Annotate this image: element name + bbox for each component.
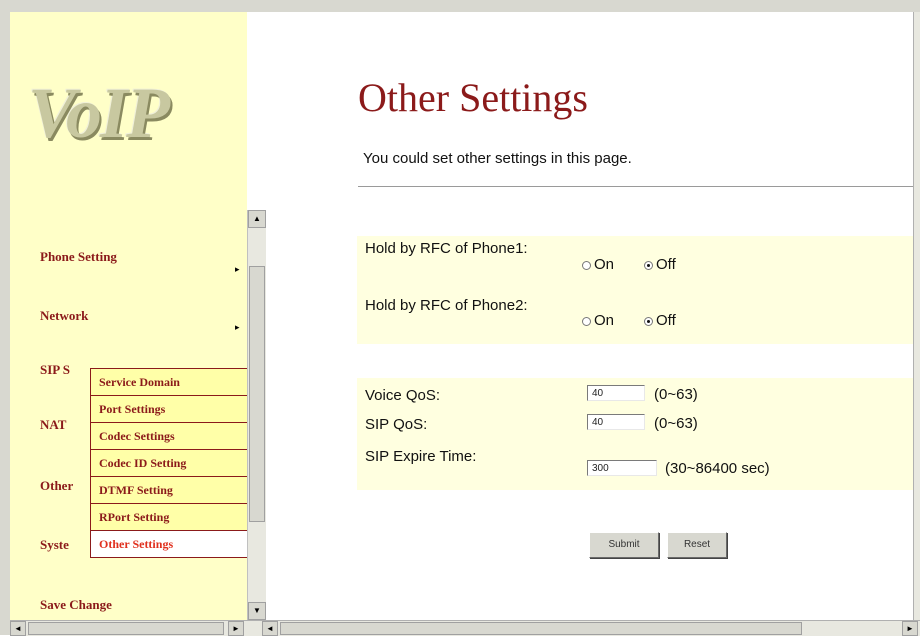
nav-item-phone-setting[interactable]: Phone Setting: [40, 249, 117, 265]
main-scroll-left-button[interactable]: ◄: [262, 621, 278, 636]
sidebar-scrollbar[interactable]: ▲ ▼: [247, 210, 266, 620]
submit-button[interactable]: Submit: [589, 532, 659, 558]
radio-label: Off: [656, 256, 676, 273]
scrollbar-thumb[interactable]: [249, 266, 265, 522]
main-scroll-right-button[interactable]: ►: [902, 621, 918, 636]
browser-frame: VoIP Phone Setting ▸ Network ▸ SIP S NAT…: [0, 0, 920, 636]
reset-button[interactable]: Reset: [667, 532, 727, 558]
sip-settings-submenu: Service Domain Port Settings Codec Setti…: [90, 368, 247, 558]
sip-qos-range: (0~63): [654, 415, 698, 432]
submenu-arrow-icon: ▸: [235, 264, 240, 274]
sip-expire-label: SIP Expire Time:: [365, 448, 477, 465]
sip-expire-input[interactable]: 300: [587, 460, 657, 476]
main-scrollbar[interactable]: [913, 12, 920, 620]
nav-item-system[interactable]: Syste: [40, 537, 69, 553]
radio-circle-icon: [582, 260, 591, 270]
hold-phone2-on-radio[interactable]: On: [582, 312, 614, 329]
horizontal-scrollbar[interactable]: ◄ ► ◄ ►: [10, 620, 920, 636]
voice-qos-input[interactable]: 40: [587, 385, 645, 401]
submenu-item-codec-id-setting[interactable]: Codec ID Setting: [91, 450, 247, 477]
title-divider: [358, 186, 914, 187]
sip-qos-label: SIP QoS:: [365, 416, 428, 433]
nav-item-nat[interactable]: NAT: [40, 417, 66, 433]
scroll-up-button[interactable]: ▲: [248, 210, 266, 228]
hold-phone1-off-radio[interactable]: Off: [644, 256, 676, 273]
submenu-item-rport-setting[interactable]: RPort Setting: [91, 504, 247, 531]
nav-item-sip-settings[interactable]: SIP S: [40, 362, 70, 378]
nav-item-network[interactable]: Network: [40, 308, 88, 324]
hold-phone2-label: Hold by RFC of Phone2:: [365, 297, 528, 314]
main-hscroll-thumb[interactable]: [280, 622, 802, 635]
scroll-right-button[interactable]: ►: [228, 621, 244, 636]
radio-label: On: [594, 312, 615, 329]
voice-qos-range: (0~63): [654, 386, 698, 403]
sip-expire-range: (30~86400 sec): [665, 460, 770, 477]
nav-item-other[interactable]: Other: [40, 478, 73, 494]
radio-selected-icon: [644, 316, 653, 326]
voice-qos-label: Voice QoS:: [365, 387, 441, 404]
hold-phone2-off-radio[interactable]: Off: [644, 312, 676, 329]
submenu-item-codec-settings[interactable]: Codec Settings: [91, 423, 247, 450]
submenu-item-service-domain[interactable]: Service Domain: [91, 369, 247, 396]
voip-logo: VoIP: [28, 73, 170, 153]
page-subtitle: You could set other settings in this pag…: [363, 150, 632, 167]
sidebar: VoIP Phone Setting ▸ Network ▸ SIP S NAT…: [10, 12, 247, 620]
radio-label: On: [594, 256, 615, 273]
sip-qos-input[interactable]: 40: [587, 414, 645, 430]
sidebar-hscroll-thumb[interactable]: [28, 622, 224, 635]
submenu-item-dtmf-setting[interactable]: DTMF Setting: [91, 477, 247, 504]
submenu-arrow-icon: ▸: [235, 322, 240, 332]
radio-circle-icon: [582, 316, 591, 326]
scroll-left-button[interactable]: ◄: [10, 621, 26, 636]
page-title: Other Settings: [358, 75, 588, 120]
submenu-item-port-settings[interactable]: Port Settings: [91, 396, 247, 423]
window-top-border: [0, 0, 920, 12]
hold-phone1-on-radio[interactable]: On: [582, 256, 614, 273]
nav-item-save-change[interactable]: Save Change: [40, 597, 112, 613]
scroll-down-button[interactable]: ▼: [248, 602, 266, 620]
submenu-item-other-settings[interactable]: Other Settings: [91, 531, 247, 557]
radio-label: Off: [656, 312, 676, 329]
radio-selected-icon: [644, 260, 653, 270]
window-left-border: [0, 0, 10, 635]
hold-phone1-label: Hold by RFC of Phone1:: [365, 240, 528, 257]
